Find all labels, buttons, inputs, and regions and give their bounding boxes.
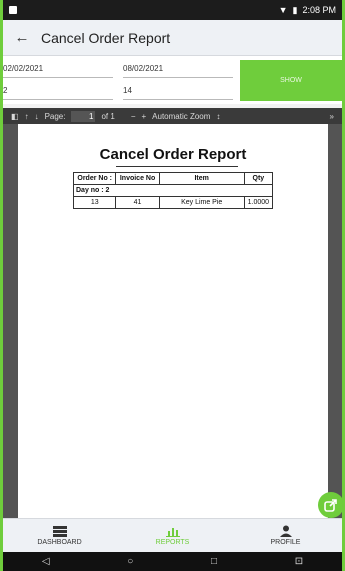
cell-item: Key Lime Pie (158, 196, 245, 209)
column-header-item: Item (158, 172, 245, 185)
status-time: 2:08 PM (302, 5, 336, 15)
page-title: Cancel Order Report (41, 29, 171, 46)
nav-dashboard[interactable]: DASHBOARD (3, 519, 116, 552)
wifi-icon: ▼ (278, 5, 288, 15)
sidebar-toggle-icon[interactable]: ◧ (11, 112, 19, 121)
zoom-select[interactable]: Automatic Zoom (152, 112, 210, 121)
reports-chart-icon (165, 527, 180, 537)
pdf-page: Cancel Order Report Order No : Invoice N… (18, 124, 328, 518)
previous-page-icon[interactable]: ↑ (25, 112, 29, 121)
report-table: Order No : Invoice No Item Qty Day no : … (72, 172, 274, 209)
tools-menu-icon[interactable]: » (330, 112, 334, 121)
profile-icon (279, 525, 292, 537)
nav-reports-label: REPORTS (155, 538, 190, 546)
dashboard-icon (52, 525, 67, 537)
page-label: Page: (44, 111, 66, 121)
system-home-icon[interactable]: ○ (127, 556, 133, 567)
pdf-viewer[interactable]: Cancel Order Report Order No : Invoice N… (3, 124, 342, 518)
nav-reports[interactable]: REPORTS (116, 519, 229, 552)
zoom-out-icon[interactable]: − (131, 112, 136, 121)
column-header-qty: Qty (243, 172, 274, 185)
cell-qty: 1.0000 (243, 196, 274, 209)
group-row: Day no : 2 (73, 184, 273, 197)
from-date-field[interactable]: 02/02/2021 (3, 60, 113, 78)
cell-invoice-no: 41 (115, 196, 160, 209)
table-row: 13 41 Key Lime Pie 1.0000 (72, 196, 274, 209)
zoom-in-icon[interactable]: + (141, 112, 146, 121)
column-header-invoice-no: Invoice No (115, 172, 160, 185)
show-button[interactable]: SHOW (240, 60, 342, 101)
share-button[interactable] (318, 492, 342, 518)
to-date-field[interactable]: 08/02/2021 (123, 60, 233, 78)
report-title: Cancel Order Report (99, 146, 247, 163)
keyboard-icon[interactable]: ⊡ (295, 556, 303, 567)
system-navigation-bar: ◁ ○ □ ⊡ (3, 552, 342, 571)
title-underline (116, 166, 238, 167)
phone-screen: ▼ ▮ 2:08 PM ← Cancel Order Report 02/02/… (3, 0, 342, 571)
system-recents-icon[interactable]: □ (211, 556, 217, 567)
back-arrow-icon[interactable]: ← (3, 29, 41, 46)
bottom-navigation: DASHBOARD REPORTS PROFILE (3, 518, 342, 552)
filter-field-a[interactable]: 2 (3, 82, 113, 100)
nav-profile-label: PROFILE (270, 539, 301, 546)
share-icon (324, 499, 337, 512)
zoom-dropdown-icon[interactable]: ↕ (216, 112, 220, 121)
status-bar: ▼ ▮ 2:08 PM (3, 0, 342, 20)
table-header-row: Order No : Invoice No Item Qty (72, 172, 274, 185)
day-group-label: Day no : 2 (73, 184, 273, 197)
report-filter-form: 02/02/2021 08/02/2021 2 14 SHOW (3, 56, 342, 104)
pdf-toolbar: ◧ ↑ ↓ Page: 1 of 1 − + Automatic Zoom ↕ … (3, 108, 342, 124)
page-number-input[interactable]: 1 (71, 110, 96, 122)
cell-order-no: 13 (72, 196, 117, 209)
nav-dashboard-label: DASHBOARD (37, 538, 82, 546)
page-total: of 1 (101, 111, 115, 121)
next-page-icon[interactable]: ↓ (35, 112, 39, 121)
system-back-icon[interactable]: ◁ (42, 556, 50, 567)
app-bar: ← Cancel Order Report (3, 20, 342, 56)
column-header-order-no: Order No : (72, 172, 117, 185)
notification-icon (9, 6, 17, 14)
nav-profile[interactable]: PROFILE (229, 519, 342, 552)
filter-field-b[interactable]: 14 (123, 82, 233, 100)
battery-icon: ▮ (292, 4, 298, 15)
